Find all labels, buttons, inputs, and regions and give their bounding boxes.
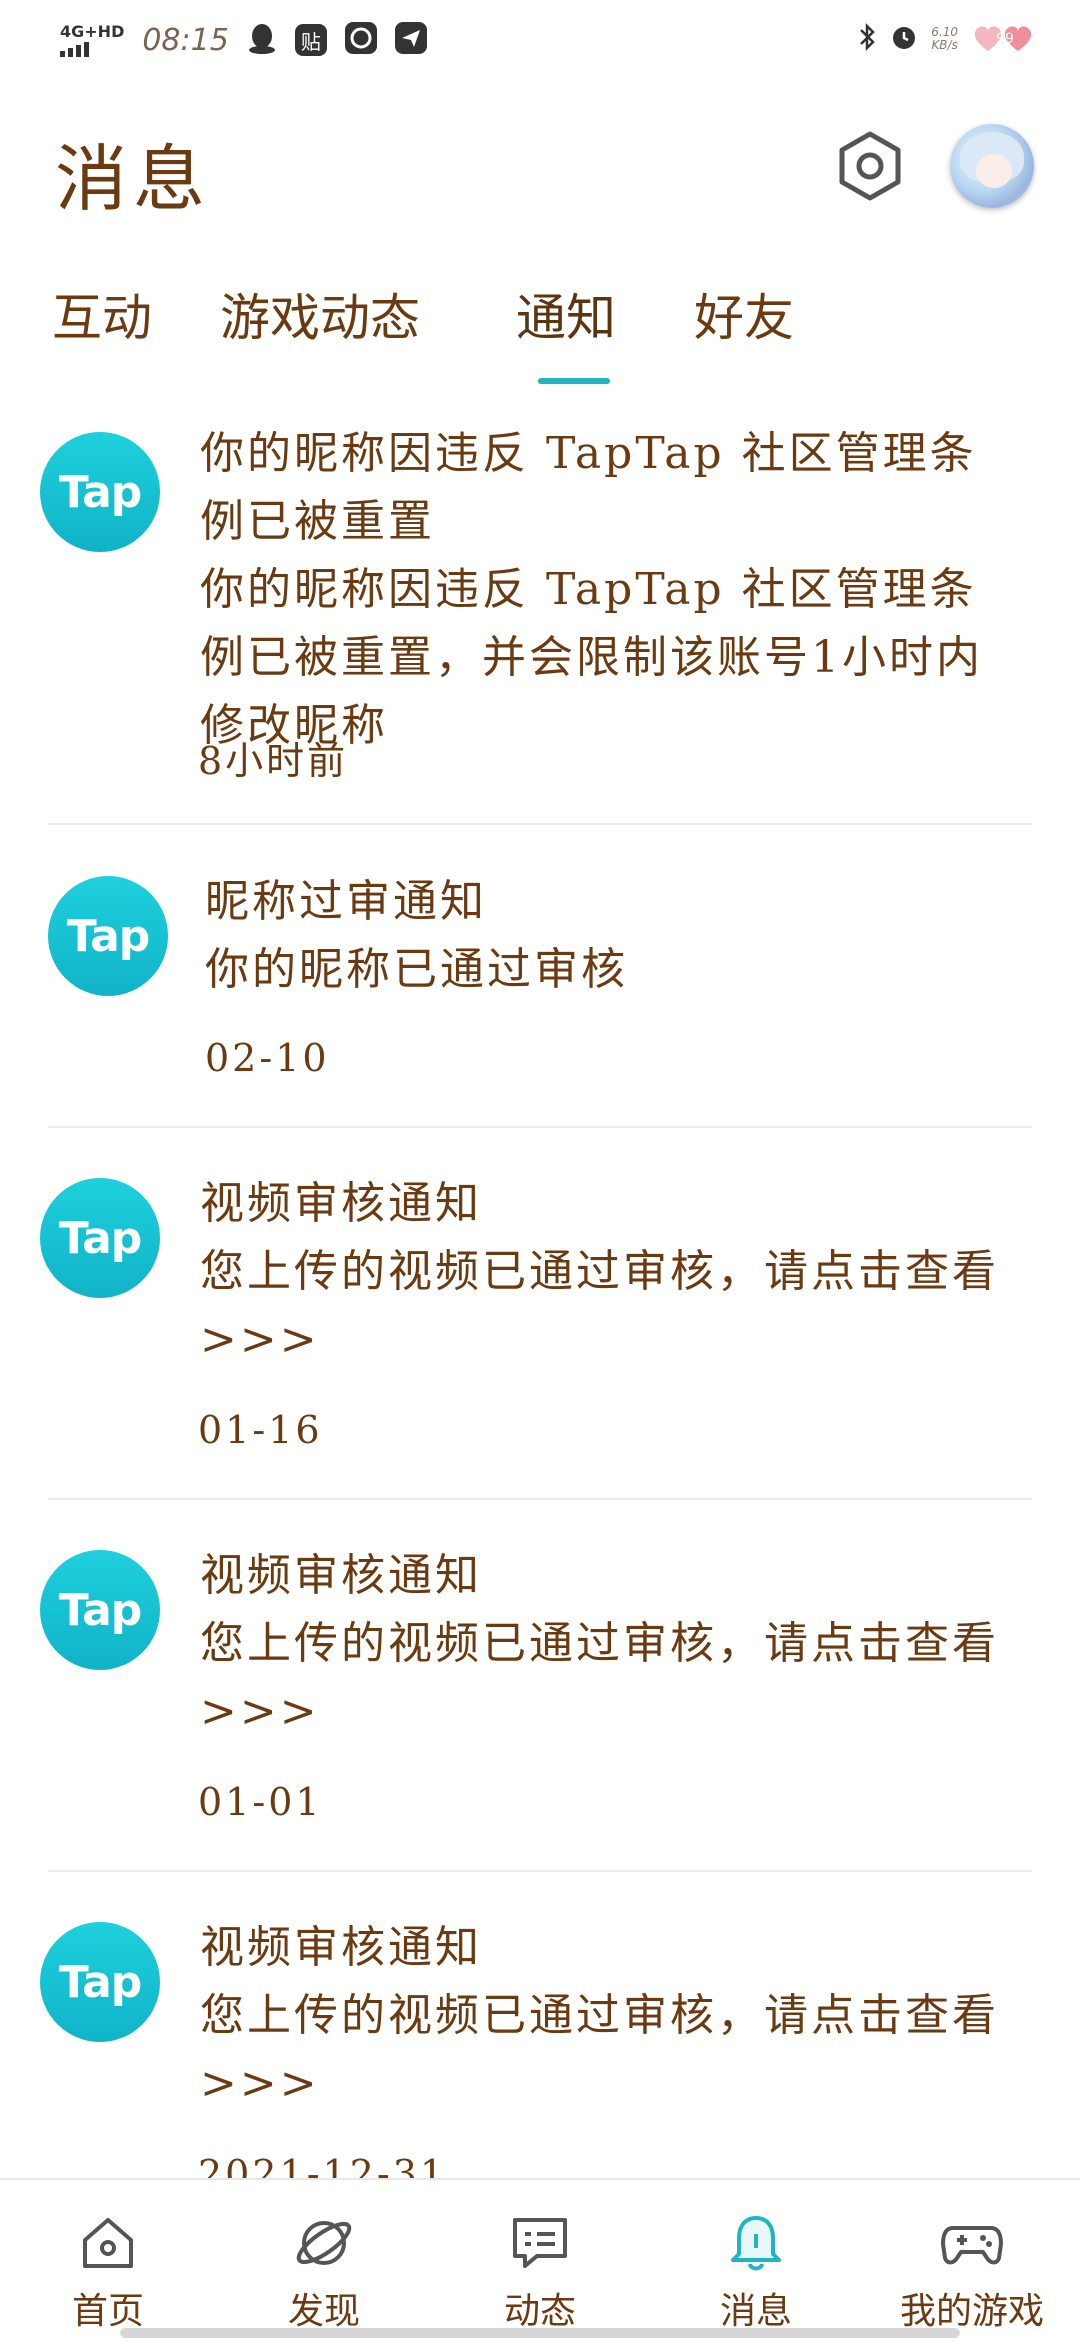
notification-title: 视频审核通知 bbox=[200, 1178, 482, 1229]
settings-icon bbox=[839, 131, 901, 201]
notification-body: 您上传的视频已通过审核，请点击查看>>> bbox=[200, 1618, 999, 1737]
nav-label: 我的游戏 bbox=[899, 2291, 1044, 2332]
nav-discover[interactable]: 发现 bbox=[234, 2180, 414, 2332]
taptap-logo: Tap bbox=[40, 432, 160, 552]
nav-label: 消息 bbox=[719, 2291, 792, 2332]
nav-feed[interactable]: 动态 bbox=[450, 2180, 630, 2332]
notification-body: 您上传的视频已通过审核，请点击查看>>> bbox=[200, 1990, 999, 2109]
signal-icon bbox=[60, 41, 124, 57]
divider bbox=[48, 1870, 1032, 1872]
settings-button[interactable] bbox=[832, 128, 908, 204]
tab-game-updates[interactable]: 游戏动态 bbox=[220, 278, 420, 350]
tab-friends[interactable]: 好友 bbox=[694, 278, 794, 350]
bluetooth-icon bbox=[857, 22, 877, 56]
sync-icon bbox=[344, 22, 377, 58]
active-tab-indicator bbox=[538, 378, 610, 384]
page-title: 消息 bbox=[55, 137, 212, 221]
notification-time: 01-01 bbox=[198, 1780, 323, 1824]
nav-label: 动态 bbox=[503, 2291, 576, 2332]
battery-indicator: 99 bbox=[970, 23, 1040, 55]
alarm-icon bbox=[889, 22, 919, 56]
notification-title: 昵称过审通知 bbox=[205, 876, 487, 927]
notification-body: 您上传的视频已通过审核，请点击查看>>> bbox=[200, 1246, 999, 1365]
home-icon bbox=[83, 2218, 133, 2268]
gamepad-icon bbox=[941, 2226, 1003, 2265]
battery-level: 99 bbox=[996, 31, 1014, 47]
notification-text: 视频审核通知 您上传的视频已通过审核，请点击查看>>> bbox=[200, 1542, 1020, 1746]
nav-my-games[interactable]: 我的游戏 bbox=[882, 2180, 1062, 2332]
divider bbox=[48, 1498, 1032, 1500]
network-type: 4G+HD bbox=[60, 21, 125, 41]
notification-time: 02-10 bbox=[205, 1036, 330, 1080]
notification-title: 视频审核通知 bbox=[200, 1550, 482, 1601]
divider bbox=[48, 1126, 1032, 1128]
taptap-logo: Tap bbox=[40, 1178, 160, 1298]
bell-icon bbox=[731, 2216, 781, 2271]
status-time: 08:15 bbox=[142, 22, 229, 58]
nav-messages[interactable]: 消息 bbox=[666, 2180, 846, 2332]
qq-icon bbox=[247, 22, 277, 58]
nav-label: 首页 bbox=[71, 2291, 144, 2332]
network-indicator: 4G+HD bbox=[60, 21, 125, 57]
notification-title: 视频审核通知 bbox=[200, 1922, 482, 1973]
tab-interaction[interactable]: 互动 bbox=[52, 278, 152, 350]
status-bar: 4G+HD 08:15 贴 6.10 KB/s 99 bbox=[0, 0, 1080, 80]
discover-icon bbox=[296, 2221, 352, 2265]
notification-text: 视频审核通知 您上传的视频已通过审核，请点击查看>>> bbox=[200, 1914, 1020, 2118]
avatar[interactable] bbox=[950, 124, 1034, 208]
tab-bar: 互动 游戏动态 通知 好友 bbox=[0, 278, 1080, 388]
gesture-bar[interactable] bbox=[120, 2328, 960, 2338]
tab-notifications[interactable]: 通知 bbox=[516, 278, 616, 350]
notification-text: 视频审核通知 您上传的视频已通过审核，请点击查看>>> bbox=[200, 1170, 1020, 1374]
taptap-logo: Tap bbox=[40, 1922, 160, 2042]
taptap-logo: Tap bbox=[40, 1550, 160, 1670]
network-speed: 6.10 KB/s bbox=[931, 25, 958, 52]
tieba-icon: 贴 bbox=[294, 24, 327, 56]
notification-text: 昵称过审通知 你的昵称已通过审核 bbox=[205, 868, 1025, 1004]
notification-time: 8小时前 bbox=[198, 739, 349, 783]
nav-home[interactable]: 首页 bbox=[18, 2180, 198, 2332]
notification-body: 你的昵称已通过审核 bbox=[205, 944, 628, 995]
taptap-logo: Tap bbox=[48, 876, 168, 996]
nav-label: 发现 bbox=[287, 2291, 360, 2332]
bottom-navigation: 首页 发现 动态 消息 我的游戏 bbox=[0, 2178, 1080, 2342]
notification-title: 你的昵称因违反 TapTap 社区管理条例已被重置 bbox=[200, 428, 977, 547]
notification-time: 01-16 bbox=[198, 1408, 323, 1452]
send-icon bbox=[394, 22, 427, 58]
notification-text: 你的昵称因违反 TapTap 社区管理条例已被重置 你的昵称因违反 TapTap… bbox=[200, 420, 1020, 760]
divider bbox=[48, 823, 1032, 825]
feed-icon bbox=[513, 2218, 567, 2268]
